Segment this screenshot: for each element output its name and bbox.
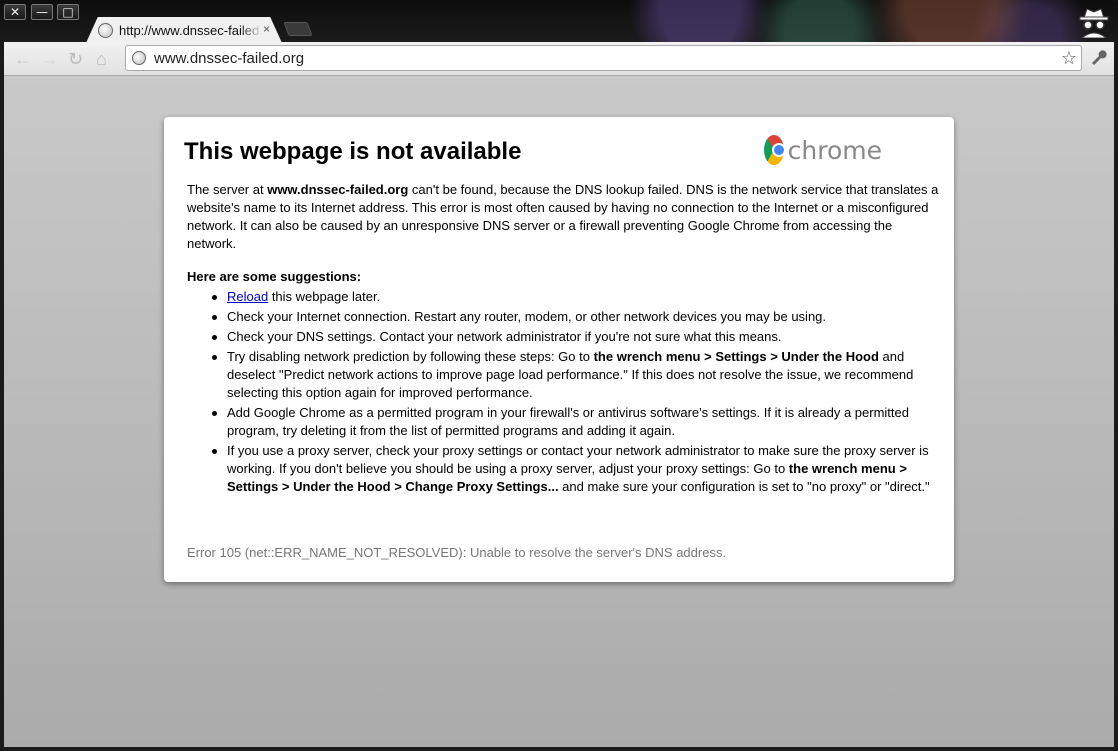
window-maximize-button[interactable]: □ [57, 4, 79, 20]
list-item-text: this webpage later. [268, 289, 381, 304]
tab-title: http://www.dnssec-failed.org [119, 22, 262, 38]
list-item: Check your DNS settings. Contact your ne… [212, 328, 939, 346]
error-card: This webpage is not available chrome The… [164, 117, 954, 582]
list-item-bold: the wrench menu > Settings > Under the H… [593, 349, 879, 364]
new-tab-button[interactable] [283, 22, 313, 36]
wrench-icon [1092, 50, 1107, 65]
desc-text: The server at [187, 182, 268, 197]
tab-close-icon[interactable]: × [263, 22, 270, 36]
chrome-logo-icon [764, 135, 786, 165]
globe-icon [98, 22, 113, 38]
list-item: Try disabling network prediction by foll… [212, 348, 939, 402]
window-close-button[interactable]: ✕ [4, 4, 26, 20]
suggestions-heading: Here are some suggestions: [187, 269, 362, 284]
list-item-text: Try disabling network prediction by foll… [227, 349, 594, 364]
forward-button[interactable]: → [40, 49, 58, 69]
reload-button[interactable]: ↻ [68, 49, 83, 69]
page-content: This webpage is not available chrome The… [4, 76, 1114, 747]
incognito-icon [1079, 8, 1109, 38]
address-bar[interactable]: www.dnssec-failed.org ☆ [125, 45, 1082, 71]
back-button[interactable]: ← [14, 49, 32, 69]
browser-window: ✕ — □ http://www.dnssec-failed.org × ← →… [0, 0, 1118, 751]
list-item-text: and make sure your configuration is set … [558, 479, 930, 494]
error-code: Error 105 (net::ERR_NAME_NOT_RESOLVED): … [187, 545, 727, 560]
chrome-logo-text: chrome [787, 135, 882, 165]
bookmark-star-icon[interactable]: ☆ [1061, 48, 1077, 69]
list-item: Add Google Chrome as a permitted program… [212, 404, 939, 440]
suggestions-list: Reload this webpage later. Check your In… [212, 288, 939, 498]
wrench-menu-button[interactable] [1089, 48, 1107, 71]
desc-host: www.dnssec-failed.org [267, 182, 409, 197]
toolbar: ← → ↻ ⌂ www.dnssec-failed.org ☆ [4, 42, 1114, 76]
window-minimize-button[interactable]: — [31, 4, 53, 20]
error-description: The server at www.dnssec-failed.org can'… [187, 181, 939, 253]
title-bar: ✕ — □ http://www.dnssec-failed.org × [0, 0, 1118, 43]
globe-icon [132, 51, 146, 65]
list-item: If you use a proxy server, check your pr… [212, 442, 939, 496]
list-item: Reload this webpage later. [212, 288, 939, 306]
home-button[interactable]: ⌂ [96, 49, 107, 69]
reload-link[interactable]: Reload [227, 289, 268, 304]
list-item: Check your Internet connection. Restart … [212, 308, 939, 326]
chrome-logo: chrome [764, 134, 882, 166]
address-bar-url[interactable]: www.dnssec-failed.org [154, 50, 304, 67]
page-title: This webpage is not available [184, 138, 522, 165]
tab-active[interactable]: http://www.dnssec-failed.org × [86, 17, 282, 43]
